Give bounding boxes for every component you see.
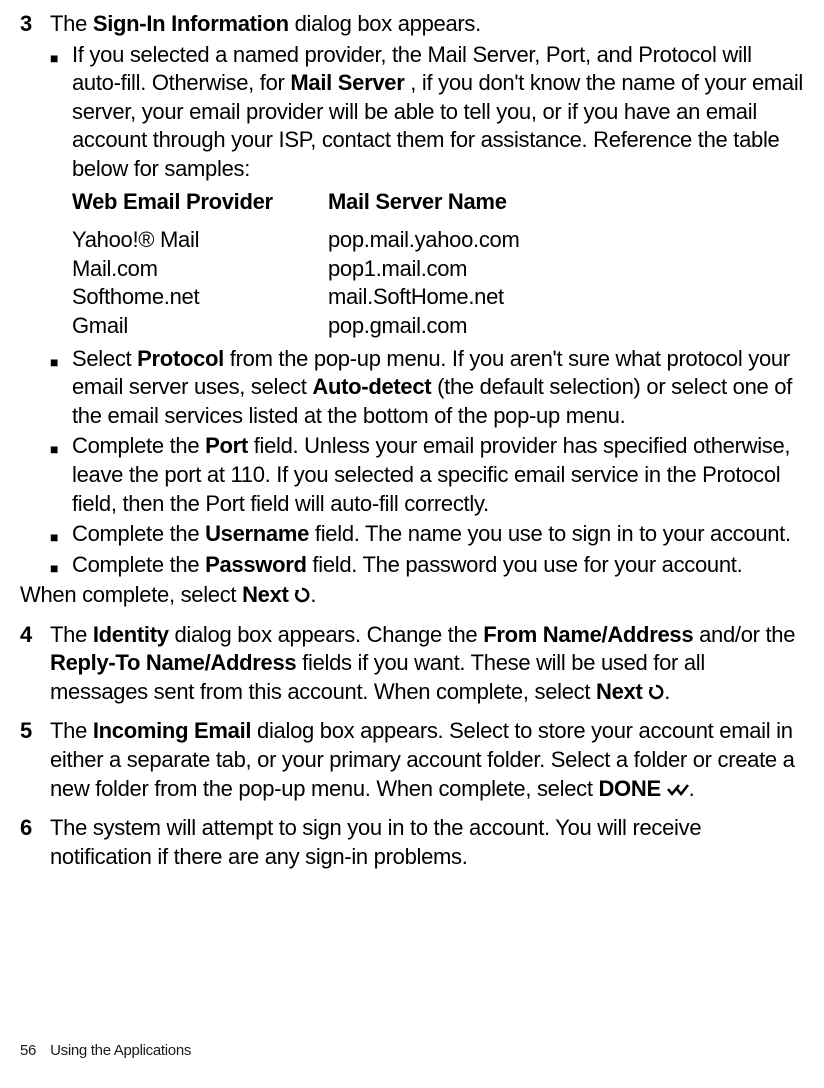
text: The	[50, 11, 93, 36]
bullet-item: ■ Complete the Username field. The name …	[50, 520, 804, 549]
table-cell: Mail.com	[72, 255, 328, 284]
bold-text: Password	[205, 552, 307, 577]
bold-text: Identity	[93, 622, 169, 647]
text: .	[689, 776, 695, 801]
page-footer: 56 Using the Applications	[20, 1041, 191, 1061]
bold-text: Port	[205, 433, 248, 458]
text: dialog box appears. Change the	[169, 622, 484, 647]
bullet-item: ■ Complete the Port field. Unless your e…	[50, 432, 804, 518]
table-cell: pop1.mail.com	[328, 255, 804, 284]
bold-text: Incoming Email	[93, 718, 251, 743]
step-4: 4 The Identity dialog box appears. Chang…	[20, 621, 804, 708]
bullet-body: Select Protocol from the pop-up menu. If…	[72, 345, 804, 431]
text: Complete the	[72, 552, 205, 577]
text: .	[664, 679, 670, 704]
text: dialog box appears.	[289, 11, 481, 36]
text: Select	[72, 346, 137, 371]
table-cell: Yahoo!® Mail	[72, 226, 328, 255]
text: The	[50, 718, 93, 743]
bullet-item: ■ If you selected a named provider, the …	[50, 41, 804, 343]
bold-text: Reply-To Name/Address	[50, 650, 296, 675]
text: Complete the	[72, 521, 205, 546]
bold-text: Next	[596, 679, 643, 704]
step-5: 5 The Incoming Email dialog box appears.…	[20, 717, 804, 804]
step-body: The Identity dialog box appears. Change …	[50, 621, 804, 708]
step-body: The Sign-In Information dialog box appea…	[50, 10, 804, 611]
table-header: Mail Server Name	[328, 188, 804, 217]
text: The system will attempt to sign you in t…	[50, 815, 701, 869]
step-number: 4	[20, 621, 50, 708]
table-header: Web Email Provider	[72, 188, 328, 217]
done-icon	[667, 776, 689, 805]
table-cell: pop.mail.yahoo.com	[328, 226, 804, 255]
table-cell: Softhome.net	[72, 283, 328, 312]
text: .	[310, 582, 316, 607]
provider-table: Web Email Provider Yahoo!® Mail Mail.com…	[72, 188, 804, 341]
bullet-marker: ■	[50, 432, 72, 518]
text: field. The name you use to sign in to yo…	[309, 521, 791, 546]
next-icon	[294, 582, 310, 611]
step-number: 6	[20, 814, 50, 871]
step-body: The system will attempt to sign you in t…	[50, 814, 804, 871]
bullet-body: If you selected a named provider, the Ma…	[72, 41, 804, 343]
table-cell: Gmail	[72, 312, 328, 341]
section-title: Using the Applications	[50, 1042, 191, 1059]
text: Complete the	[72, 433, 205, 458]
page-number: 56	[20, 1042, 36, 1059]
text: When complete, select	[20, 582, 242, 607]
bold-text: Next	[242, 582, 289, 607]
step-intro: The Sign-In Information dialog box appea…	[50, 10, 804, 39]
bullet-marker: ■	[50, 345, 72, 431]
bullet-body: Complete the Port field. Unless your ema…	[72, 432, 804, 518]
text: field. The password you use for your acc…	[307, 552, 743, 577]
bold-text: Username	[205, 521, 309, 546]
text: and/or the	[693, 622, 795, 647]
table-column-server: Mail Server Name pop.mail.yahoo.com pop1…	[328, 188, 804, 341]
table-column-provider: Web Email Provider Yahoo!® Mail Mail.com…	[72, 188, 328, 341]
step-body: The Incoming Email dialog box appears. S…	[50, 717, 804, 804]
bullet-body: Complete the Username field. The name yo…	[72, 520, 804, 549]
bullet-marker: ■	[50, 41, 72, 343]
bullet-item: ■ Select Protocol from the pop-up menu. …	[50, 345, 804, 431]
step-6: 6 The system will attempt to sign you in…	[20, 814, 804, 871]
step-3: 3 The Sign-In Information dialog box app…	[20, 10, 804, 611]
bold-text: DONE	[598, 776, 660, 801]
bold-text: Mail Server	[290, 70, 404, 95]
table-cell: mail.SoftHome.net	[328, 283, 804, 312]
table-cell: pop.gmail.com	[328, 312, 804, 341]
bold-text: Auto-detect	[312, 374, 431, 399]
text: The	[50, 622, 93, 647]
bold-text: Protocol	[137, 346, 224, 371]
step-number: 5	[20, 717, 50, 804]
step-number: 3	[20, 10, 50, 611]
bullet-item: ■ Complete the Password field. The passw…	[50, 551, 804, 580]
bullet-marker: ■	[50, 551, 72, 580]
bullet-body: Complete the Password field. The passwor…	[72, 551, 804, 580]
bullet-marker: ■	[50, 520, 72, 549]
next-icon	[648, 679, 664, 708]
closing-line: When complete, select Next .	[20, 581, 804, 610]
bold-text: From Name/Address	[483, 622, 693, 647]
bold-text: Sign-In Information	[93, 11, 289, 36]
